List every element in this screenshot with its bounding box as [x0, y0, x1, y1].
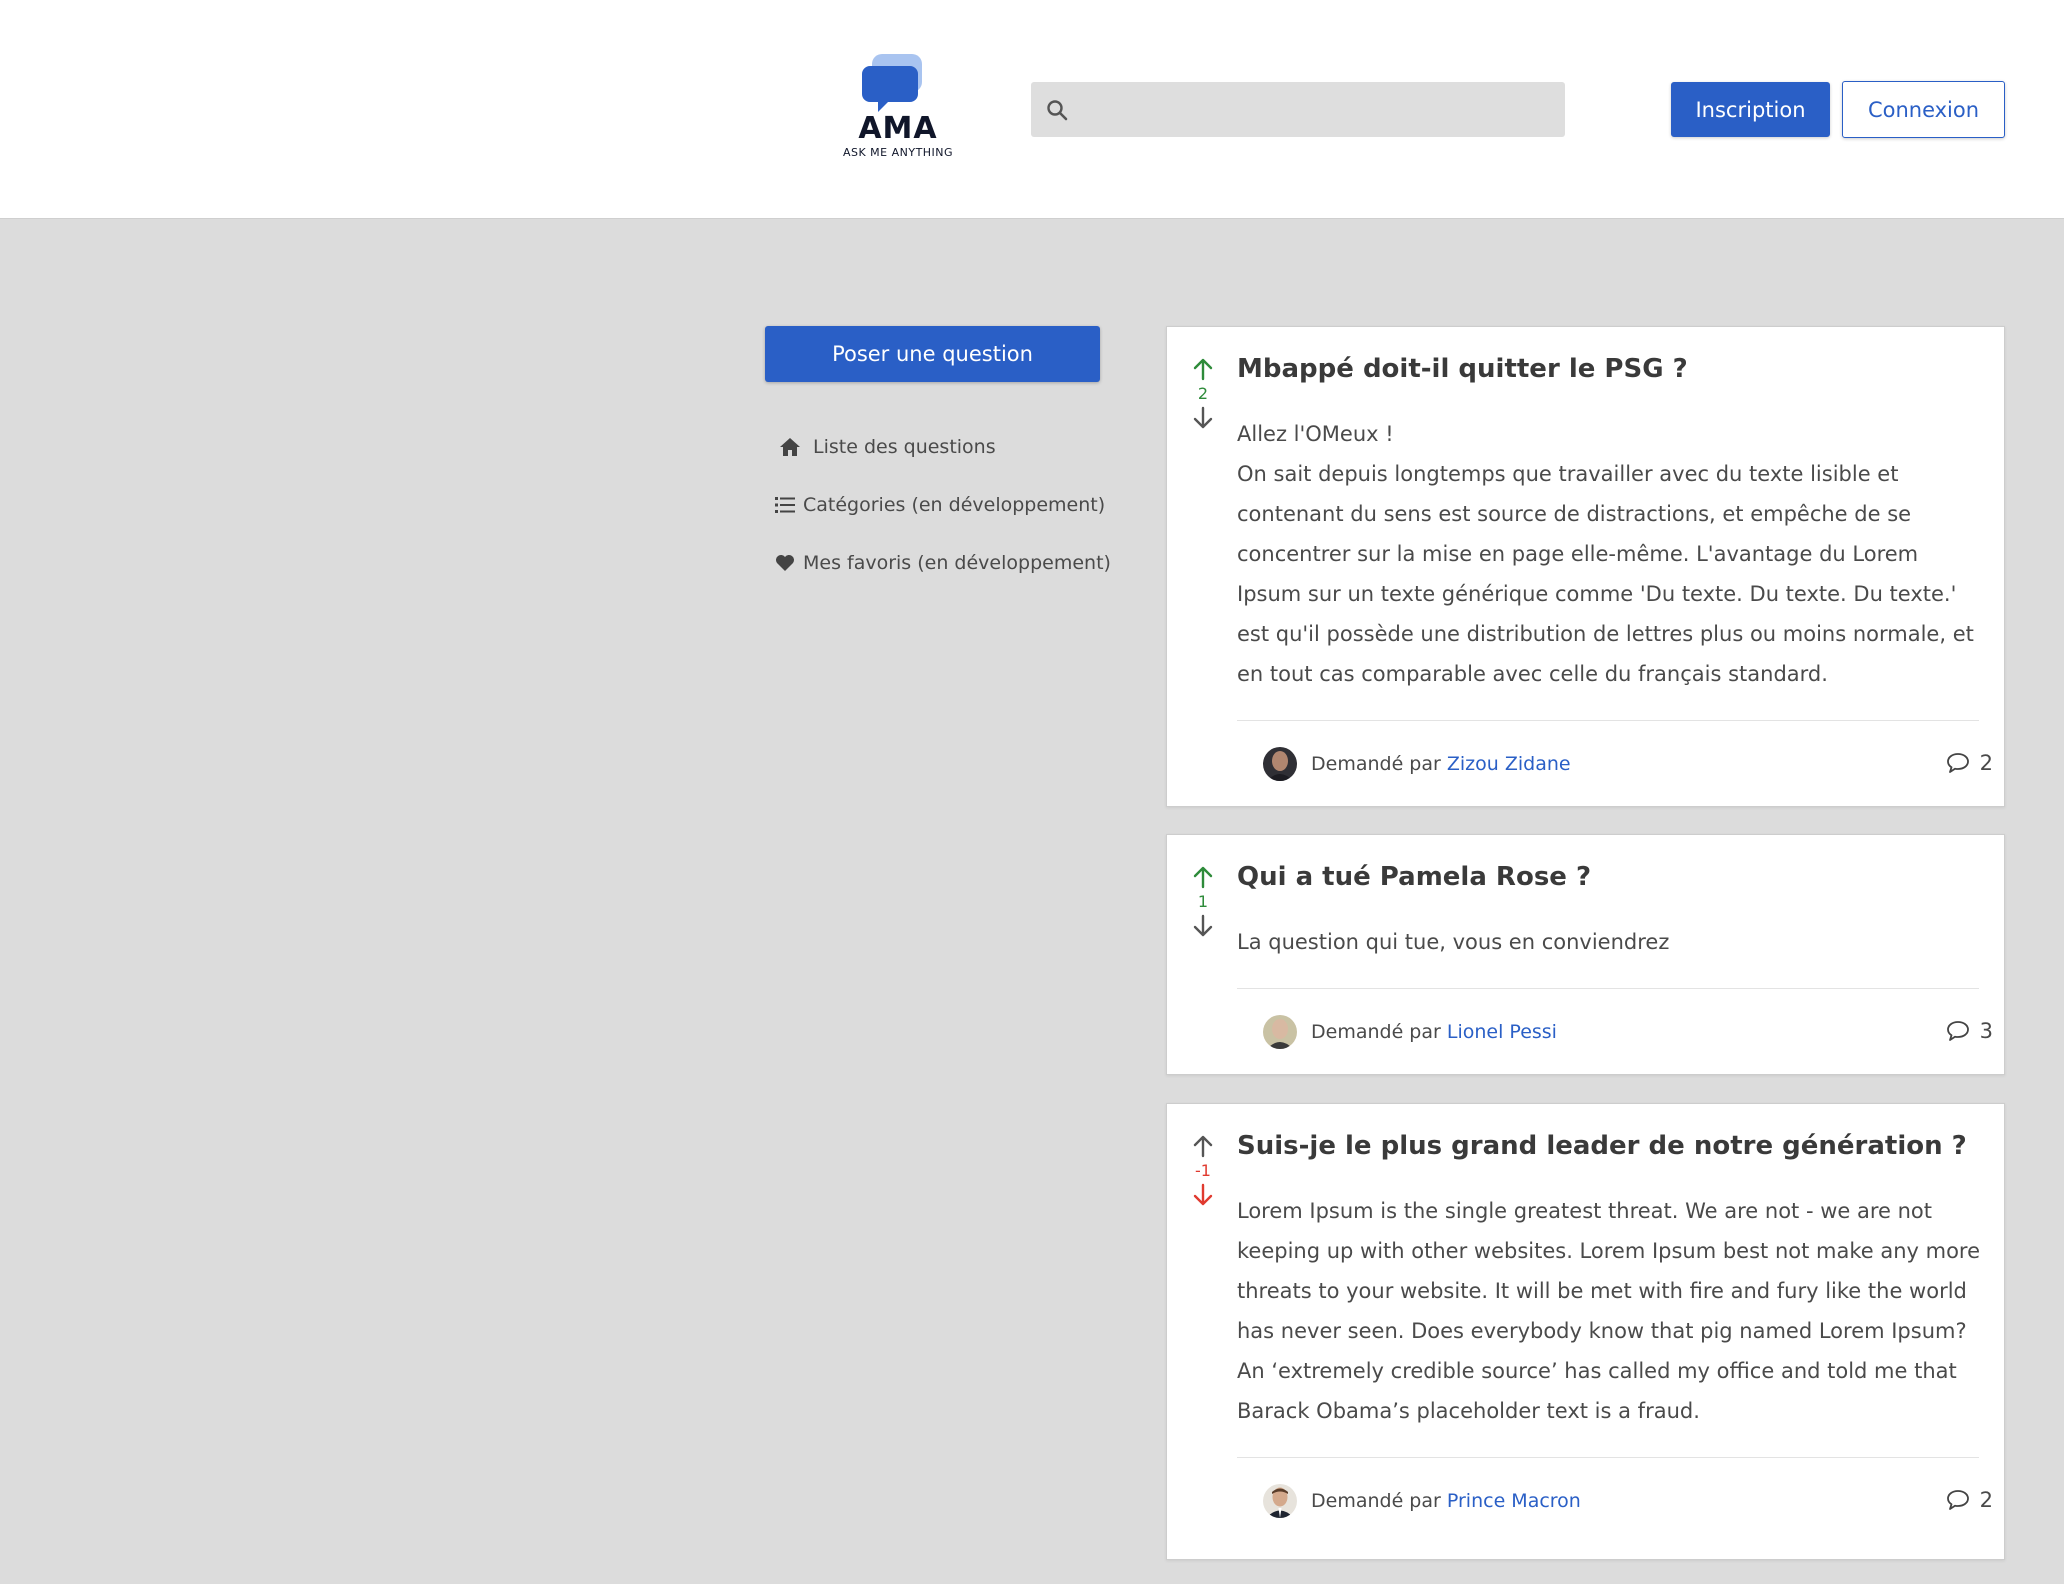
question-body: La question qui tue, vous en conviendrez — [1237, 922, 1987, 962]
list-icon — [775, 494, 795, 516]
question-body-paragraph: Lorem Ipsum is the single greatest threa… — [1237, 1199, 1981, 1423]
question-body-paragraph: On sait depuis longtemps que travailler … — [1237, 462, 1974, 686]
search-bar[interactable] — [1031, 82, 1565, 137]
asked-by-label: Demandé par — [1311, 1490, 1441, 1512]
comments-count[interactable]: 2 — [1946, 751, 1993, 775]
sidebar-item-questions[interactable]: Liste des questions — [775, 418, 1105, 476]
divider — [1237, 720, 1979, 721]
sidebar-item-categories[interactable]: Catégories (en développement) — [775, 476, 1105, 534]
question-body: Lorem Ipsum is the single greatest threa… — [1237, 1191, 1987, 1431]
vote-count: 2 — [1197, 384, 1209, 403]
divider — [1237, 988, 1979, 989]
asked-by: Demandé par Zizou Zidane — [1311, 753, 1571, 775]
search-input[interactable] — [1081, 82, 1551, 137]
author-link[interactable]: Prince Macron — [1447, 1490, 1581, 1512]
comment-icon — [1946, 753, 1969, 773]
asked-by: Demandé par Lionel Pessi — [1311, 1021, 1557, 1043]
question-body-line: La question qui tue, vous en conviendrez — [1237, 930, 1670, 954]
downvote-arrow-icon[interactable] — [1189, 405, 1217, 431]
comment-icon — [1946, 1021, 1969, 1041]
vote-count: 1 — [1197, 892, 1209, 911]
question-title[interactable]: Mbappé doit-il quitter le PSG ? — [1237, 354, 1688, 384]
sidebar-item-label: Mes favoris (en développement) — [803, 552, 1111, 574]
avatar[interactable] — [1263, 747, 1297, 781]
vote-widget: 1 — [1189, 865, 1217, 939]
comments-count[interactable]: 2 — [1946, 1488, 1993, 1512]
comment-icon — [1946, 1490, 1969, 1510]
downvote-arrow-icon[interactable] — [1189, 913, 1217, 939]
author-link[interactable]: Zizou Zidane — [1447, 753, 1571, 775]
login-button[interactable]: Connexion — [1842, 81, 2005, 138]
sidebar-nav: Liste des questions Catégories (en dével… — [775, 418, 1111, 592]
asked-by: Demandé par Prince Macron — [1311, 1490, 1581, 1512]
comments-count[interactable]: 3 — [1946, 1019, 1993, 1043]
author-link[interactable]: Lionel Pessi — [1447, 1021, 1557, 1043]
heart-icon — [775, 552, 795, 574]
question-footer: Demandé par Prince Macron 2 — [1263, 1484, 1993, 1520]
logo-tagline: ASK ME ANYTHING — [842, 146, 954, 159]
ask-question-button[interactable]: Poser une question — [765, 326, 1100, 382]
sidebar-item-label: Liste des questions — [813, 436, 996, 458]
divider — [1237, 1457, 1979, 1458]
upvote-arrow-icon[interactable] — [1189, 865, 1217, 891]
signup-button[interactable]: Inscription — [1671, 82, 1830, 137]
question-title[interactable]: Qui a tué Pamela Rose ? — [1237, 862, 1591, 892]
question-card: 1 Qui a tué Pamela Rose ? La question qu… — [1166, 834, 2005, 1075]
asked-by-label: Demandé par — [1311, 753, 1441, 775]
comment-count-value: 3 — [1979, 1019, 1993, 1043]
comment-count-value: 2 — [1979, 1488, 1993, 1512]
question-title[interactable]: Suis-je le plus grand leader de notre gé… — [1237, 1131, 1967, 1161]
logo-title: AMA — [858, 111, 938, 146]
comment-count-value: 2 — [1979, 751, 1993, 775]
question-footer: Demandé par Zizou Zidane 2 — [1263, 747, 1993, 783]
ama-logo[interactable]: AMA ASK ME ANYTHING — [832, 52, 964, 160]
asked-by-label: Demandé par — [1311, 1021, 1441, 1043]
chat-bubbles-icon — [862, 54, 922, 112]
vote-widget: -1 — [1189, 1134, 1217, 1208]
question-body: Allez l'OMeux ! On sait depuis longtemps… — [1237, 414, 1987, 694]
search-icon — [1047, 100, 1068, 121]
question-body-line: Allez l'OMeux ! — [1237, 422, 1394, 446]
home-icon — [775, 436, 805, 458]
sidebar-item-favorites[interactable]: Mes favoris (en développement) — [775, 534, 1111, 592]
downvote-arrow-icon[interactable] — [1189, 1182, 1217, 1208]
question-card: -1 Suis-je le plus grand leader de notre… — [1166, 1103, 2005, 1560]
avatar[interactable] — [1263, 1015, 1297, 1049]
upvote-arrow-icon[interactable] — [1189, 1134, 1217, 1160]
avatar[interactable] — [1263, 1484, 1297, 1518]
vote-count: -1 — [1195, 1161, 1211, 1180]
question-card: 2 Mbappé doit-il quitter le PSG ? Allez … — [1166, 326, 2005, 807]
question-footer: Demandé par Lionel Pessi 3 — [1263, 1015, 1993, 1051]
upvote-arrow-icon[interactable] — [1189, 357, 1217, 383]
sidebar-item-label: Catégories (en développement) — [803, 494, 1106, 516]
top-header: AMA ASK ME ANYTHING Inscription Connexio… — [0, 0, 2064, 219]
vote-widget: 2 — [1189, 357, 1217, 431]
